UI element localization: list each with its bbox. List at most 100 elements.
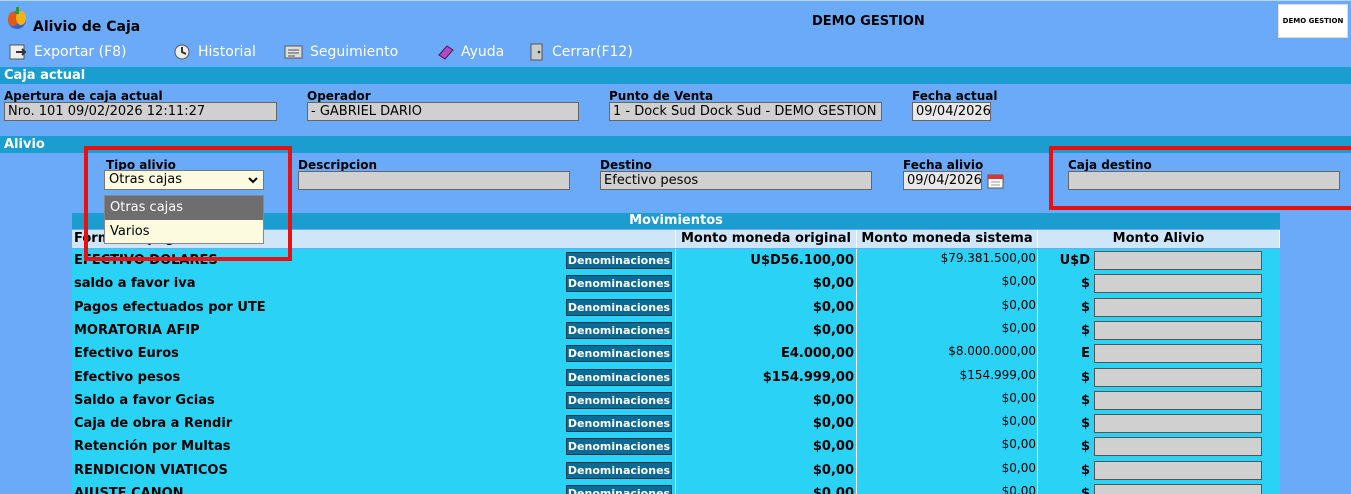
export-icon: [9, 44, 27, 60]
forma-pago-name: Saldo a favor Gcias: [74, 392, 215, 408]
table-row: Pagos efectuados por UTE Denominaciones $0…: [72, 296, 1280, 319]
caja-actual-header: Caja actual: [0, 67, 1351, 84]
denominaciones-button[interactable]: Denominaciones: [566, 461, 672, 479]
monto-alivio-input[interactable]: [1094, 390, 1262, 410]
forma-pago-name: MORATORIA AFIP: [74, 322, 200, 338]
chevron-down-icon: [248, 177, 258, 184]
monto-alivio-input[interactable]: [1094, 484, 1262, 494]
currency-symbol: $: [1080, 369, 1090, 385]
history-icon: [174, 44, 190, 60]
monto-alivio-input[interactable]: [1094, 274, 1262, 294]
tracking-label: Seguimiento: [310, 44, 399, 60]
fecha-alivio-input[interactable]: 09/04/2026: [903, 171, 982, 190]
help-button[interactable]: Ayuda: [437, 42, 504, 62]
monto-sistema: $0,00: [1001, 484, 1036, 494]
denominaciones-button[interactable]: Denominaciones: [566, 298, 672, 316]
col-monto-alivio: Monto Alivio: [1038, 230, 1280, 248]
monto-sistema: $154.999,00: [959, 367, 1036, 382]
table-row: Retención por Multas Denominaciones $0,00 $…: [72, 435, 1280, 458]
table-row: EFECTIVO DOLARES Denominaciones U$D56.100,…: [72, 249, 1280, 272]
monto-alivio-input[interactable]: [1094, 437, 1262, 457]
option-otras-cajas[interactable]: Otras cajas: [105, 196, 263, 220]
monto-alivio-input[interactable]: [1094, 320, 1262, 340]
forma-pago-name: Pagos efectuados por UTE: [74, 299, 266, 315]
currency-symbol: $: [1080, 416, 1090, 432]
punto-venta-label: Punto de Venta: [609, 89, 714, 103]
alivio-header: Alivio: [0, 136, 1351, 153]
caja-destino-input[interactable]: [1068, 171, 1340, 190]
currency-symbol: $: [1080, 462, 1090, 478]
table-row: Efectivo pesos Denominaciones $154.999,00 $…: [72, 366, 1280, 389]
calendar-icon[interactable]: [986, 172, 1006, 190]
tipo-alivio-dropdown: Otras cajas Varios: [104, 195, 264, 244]
apertura-label: Apertura de caja actual: [4, 89, 163, 103]
denominaciones-button[interactable]: Denominaciones: [566, 415, 672, 433]
monto-alivio-input[interactable]: [1094, 297, 1262, 317]
forma-pago-name: saldo a favor iva: [74, 276, 196, 292]
help-label: Ayuda: [461, 44, 505, 60]
monto-original: $0,00: [812, 392, 854, 408]
monto-original: $0,00: [812, 462, 854, 478]
app-icon: [8, 7, 26, 29]
monto-alivio-input[interactable]: [1094, 460, 1262, 480]
close-label: Cerrar(F12): [552, 44, 633, 60]
denominaciones-button[interactable]: Denominaciones: [566, 345, 672, 363]
monto-sistema: $0,00: [1001, 437, 1036, 452]
fecha-actual-field: 09/04/2026: [912, 102, 991, 121]
denominaciones-button[interactable]: Denominaciones: [566, 252, 672, 269]
forma-pago-name: EFECTIVO DOLARES: [74, 253, 218, 268]
monto-sistema: $0,00: [1001, 274, 1036, 289]
monto-sistema: $0,00: [1001, 414, 1036, 429]
col-monto-original: Monto moneda original: [676, 230, 857, 248]
table-row: saldo a favor iva Denominaciones $0,00 $0,0…: [72, 272, 1280, 295]
monto-alivio-input[interactable]: [1094, 344, 1262, 364]
operador-label: Operador: [307, 89, 371, 103]
table-row: Efectivo Euros Denominaciones E4.000,00 $8.…: [72, 342, 1280, 365]
denominaciones-button[interactable]: Denominaciones: [566, 485, 672, 494]
monto-alivio-input[interactable]: [1094, 367, 1262, 387]
table-row: MORATORIA AFIP Denominaciones $0,00 $0,00 $: [72, 319, 1280, 342]
table-row: RENDICION VIATICOS Denominaciones $0,00 $0,…: [72, 459, 1280, 482]
tipo-alivio-select[interactable]: Otras cajas: [104, 170, 264, 190]
monto-sistema: $0,00: [1001, 297, 1036, 312]
descripcion-input[interactable]: [298, 171, 570, 190]
denominaciones-button[interactable]: Denominaciones: [566, 368, 672, 386]
monto-original: $0,00: [812, 299, 854, 315]
apertura-field: Nro. 101 09/02/2026 12:11:27: [4, 102, 277, 121]
monto-sistema: $8.000.000,00: [948, 344, 1036, 359]
destino-label: Destino: [600, 158, 652, 172]
tipo-alivio-value: Otras cajas: [109, 172, 183, 187]
denominaciones-button[interactable]: Denominaciones: [566, 275, 672, 293]
monto-sistema: $79.381.500,00: [940, 251, 1036, 265]
company-logo: DEMO GESTION: [1278, 4, 1348, 38]
option-varios[interactable]: Varios: [105, 220, 263, 244]
descripcion-label: Descripcion: [298, 158, 377, 172]
menu-bar: Exportar (F8) Historial Seguimiento Ayud…: [0, 38, 1351, 66]
table-row: Caja de obra a Rendir Denominaciones $0,00…: [72, 412, 1280, 435]
monto-sistema: $0,00: [1001, 320, 1036, 335]
export-button[interactable]: Exportar (F8): [8, 42, 127, 62]
title-bar: Alivio de Caja DEMO GESTION DEMO GESTION: [0, 0, 1351, 38]
tracking-icon: [284, 45, 303, 59]
currency-symbol: $: [1080, 439, 1090, 455]
tracking-button[interactable]: Seguimiento: [284, 42, 398, 62]
history-label: Historial: [198, 44, 256, 60]
denominaciones-button[interactable]: Denominaciones: [566, 391, 672, 409]
table-row: AJUSTE CANON Denominaciones $0,00 $0,00 $: [72, 482, 1280, 494]
currency-symbol: E: [1081, 346, 1090, 362]
currency-symbol: $: [1080, 322, 1090, 338]
company-title: DEMO GESTION: [812, 14, 925, 29]
close-button[interactable]: Cerrar(F12): [528, 42, 633, 62]
table-row: Saldo a favor Gcias Denominaciones $0,00 $0…: [72, 389, 1280, 412]
history-button[interactable]: Historial: [172, 42, 256, 62]
forma-pago-name: AJUSTE CANON: [74, 486, 184, 494]
denominaciones-button[interactable]: Denominaciones: [566, 438, 672, 456]
destino-field[interactable]: Efectivo pesos: [600, 171, 872, 190]
forma-pago-name: RENDICION VIATICOS: [74, 462, 228, 478]
monto-original: $0,00: [812, 322, 854, 338]
denominaciones-button[interactable]: Denominaciones: [566, 321, 672, 339]
monto-alivio-input[interactable]: [1094, 251, 1262, 270]
currency-symbol: $: [1080, 486, 1090, 494]
monto-alivio-input[interactable]: [1094, 414, 1262, 434]
fecha-actual-label: Fecha actual: [912, 89, 998, 103]
